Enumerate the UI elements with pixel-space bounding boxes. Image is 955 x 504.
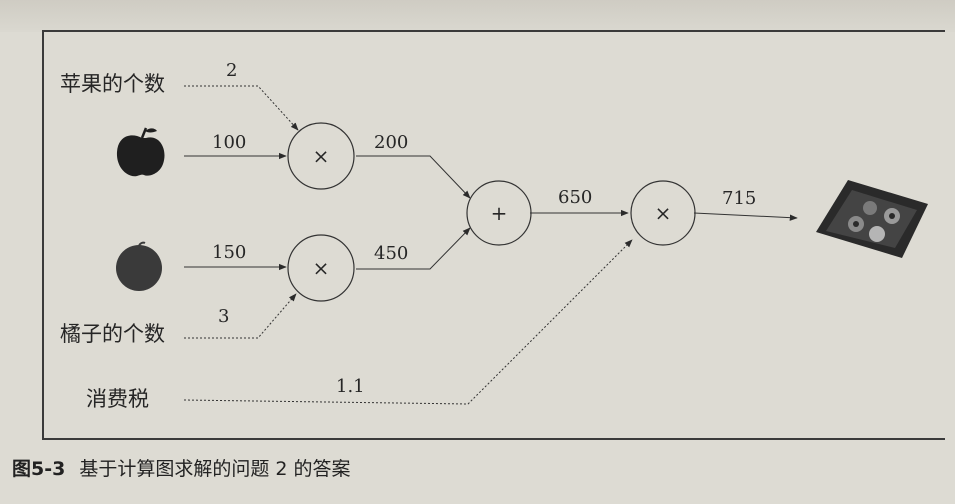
value-apple-price: 100 [212,132,246,153]
operator-mul-apple: × [313,144,330,168]
figure-caption: 图5-3 基于计算图求解的问题 2 的答案 [12,454,351,481]
label-apple-count: 苹果的个数 [60,72,165,96]
caption-text: 基于计算图求解的问题 2 的答案 [79,458,351,480]
edge-tax [183,239,633,405]
value-orange-price: 150 [212,242,246,263]
operator-mul-orange: × [313,256,330,280]
value-result: 715 [722,188,756,209]
value-apple-total: 200 [374,132,408,153]
edge-result [693,212,798,221]
label-tax: 消费税 [86,387,149,411]
value-orange-total: 450 [374,243,408,264]
operator-mul-tax: × [655,201,672,225]
edge-apple-count [184,85,299,131]
value-orange-count: 3 [218,306,229,327]
apple-icon [116,127,165,177]
orange-icon [116,241,162,291]
edge-apple-total [356,155,471,199]
value-sum: 650 [558,187,592,208]
value-apple-count: 2 [226,60,237,81]
cash-register-icon [816,180,928,258]
book-page: × × + × 苹果的个数 橘子的个数 消费税 2 100 200 150 45… [0,0,955,504]
computational-graph: × × + × 苹果的个数 橘子的个数 消费税 2 100 200 150 45… [60,60,928,411]
label-orange-count: 橘子的个数 [60,322,165,346]
edge-orange-count [184,293,297,339]
operator-add: + [491,201,508,225]
value-tax: 1.1 [336,376,365,397]
figure-number: 图5-3 [12,458,66,480]
